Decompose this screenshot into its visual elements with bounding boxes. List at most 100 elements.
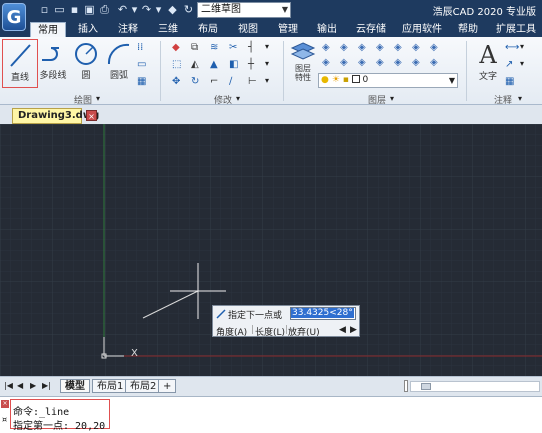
layer-merge-icon[interactable]: ◈ xyxy=(430,57,444,71)
chevron-down-icon[interactable]: ▾ xyxy=(265,59,279,73)
tab-model[interactable]: 模型 xyxy=(60,379,90,393)
option-angle[interactable]: 角度(A) xyxy=(216,325,247,338)
redo-dropdown-icon[interactable]: ▾ xyxy=(152,3,165,16)
option-next-icon[interactable]: ▶ xyxy=(350,325,357,335)
dynamic-input-field[interactable]: 33.4325<28° xyxy=(290,307,356,320)
points-icon[interactable]: ⁞⁞ xyxy=(137,42,151,56)
workspace-value: 二维草图 xyxy=(201,4,241,15)
layer-isolate-icon[interactable]: ◈ xyxy=(394,42,408,56)
option-prev-icon[interactable]: ◀ xyxy=(339,325,346,335)
scale-icon[interactable]: ◧ xyxy=(229,59,243,73)
layer-select[interactable]: ● ☀ ▪ 0 ▼ xyxy=(318,73,458,88)
tab-help[interactable]: 帮助 xyxy=(452,22,484,37)
document-tab[interactable]: Drawing3.dwg xyxy=(12,108,99,124)
refresh-icon[interactable]: ↻ xyxy=(182,3,195,16)
offset-icon[interactable]: ≋ xyxy=(210,42,224,56)
next-tab-icon[interactable]: ▶ xyxy=(30,381,36,390)
fillet-icon[interactable]: ⌐ xyxy=(210,76,224,90)
tab-output[interactable]: 输出 xyxy=(311,22,343,37)
tab-view[interactable]: 视图 xyxy=(232,22,264,37)
tab-splitter[interactable] xyxy=(404,380,408,392)
new-file-icon[interactable]: ▫ xyxy=(38,3,51,16)
line-tool-button[interactable]: 直线 xyxy=(2,39,38,88)
arc-tool-button[interactable]: 圆弧 xyxy=(104,40,134,81)
chevron-down-icon[interactable]: ▾ xyxy=(520,42,534,56)
layer-on-icon[interactable]: ◈ xyxy=(340,42,354,56)
leader-icon[interactable]: ↗ xyxy=(505,59,519,73)
tab-layout1[interactable]: 布局1 xyxy=(92,379,129,393)
horizontal-scrollbar[interactable] xyxy=(410,381,540,392)
layer-unlock-icon[interactable]: ◈ xyxy=(376,57,390,71)
chevron-down-icon[interactable]: ▾ xyxy=(265,42,279,56)
layer-delete-icon[interactable]: ◈ xyxy=(412,57,426,71)
dimension-icon[interactable]: ⟷ xyxy=(505,42,519,56)
prev-tab-icon[interactable]: ◀ xyxy=(17,381,23,390)
layers-icon[interactable]: ◆ xyxy=(166,3,179,16)
first-tab-icon[interactable]: |◀ xyxy=(4,381,13,390)
close-icon[interactable]: × xyxy=(1,400,9,408)
open-file-icon[interactable]: ▭ xyxy=(53,3,66,16)
array-icon[interactable]: ▲ xyxy=(210,59,224,73)
text-tool-label: 文字 xyxy=(478,72,497,82)
tab-extensions[interactable]: 扩展工具 xyxy=(492,22,540,37)
extend-icon[interactable]: ┼ xyxy=(248,59,262,73)
erase-icon[interactable]: ◆ xyxy=(172,42,186,56)
app-logo-icon[interactable]: G xyxy=(2,3,26,31)
layer-thaw-icon[interactable]: ◈ xyxy=(358,57,372,71)
mirror-icon[interactable]: ◭ xyxy=(191,59,205,73)
layer-unisolate-icon[interactable]: ◈ xyxy=(394,57,408,71)
layer-properties-button[interactable]: 图层 特性 xyxy=(288,40,318,82)
layer-off-icon[interactable]: ◈ xyxy=(340,57,354,71)
print-icon[interactable]: ⎙ xyxy=(98,3,111,16)
drawing-canvas[interactable]: X xyxy=(0,124,542,376)
tab-annotate[interactable]: 注释 xyxy=(112,22,144,37)
tab-home[interactable]: 常用 xyxy=(30,22,66,37)
layer-walk-icon[interactable]: ◈ xyxy=(412,42,426,56)
layer-match-icon[interactable]: ◈ xyxy=(430,42,444,56)
save-as-icon[interactable]: ▣ xyxy=(83,3,96,16)
layer-lock-icon[interactable]: ◈ xyxy=(376,42,390,56)
draw-group-label: 绘图 xyxy=(74,96,93,106)
align-icon[interactable]: ⊢ xyxy=(248,76,262,90)
tab-3d[interactable]: 三维 xyxy=(152,22,184,37)
title-bar: G ▫ ▭ ▪ ▣ ⎙ ↶ ▾ ↷ ▾ ◆ ↻ 二维草图 ▼ 浩辰CAD 202… xyxy=(0,0,542,31)
divider xyxy=(160,41,161,101)
save-icon[interactable]: ▪ xyxy=(68,3,81,16)
tab-add-layout[interactable]: + xyxy=(158,379,177,393)
tab-manage[interactable]: 管理 xyxy=(272,22,304,37)
command-window[interactable]: × ¤ 命令:_line 指定第一点: 20,20 xyxy=(0,396,542,433)
tab-apps[interactable]: 应用软件 xyxy=(398,22,446,37)
option-length[interactable]: 长度(L) xyxy=(255,325,285,338)
polyline-tool-button[interactable]: 多段线 xyxy=(38,40,68,81)
lightbulb-icon: ● xyxy=(321,75,329,85)
option-undo[interactable]: 放弃(U) xyxy=(288,325,320,338)
pin-icon[interactable]: ¤ xyxy=(2,415,7,424)
tab-cloud[interactable]: 云存储 xyxy=(350,22,392,37)
break-icon[interactable]: ┤ xyxy=(248,42,262,56)
text-tool-button[interactable]: A 文字 xyxy=(474,41,502,82)
rotate-icon[interactable]: ↻ xyxy=(191,76,205,90)
circle-tool-button[interactable]: 圆 xyxy=(72,40,100,81)
rectangle-icon[interactable]: ▭ xyxy=(137,59,151,73)
tab-layout[interactable]: 布局 xyxy=(192,22,224,37)
chevron-down-icon[interactable]: ▾ xyxy=(265,76,279,90)
layer-freeze-icon[interactable]: ◈ xyxy=(358,42,372,56)
text-a-icon: A xyxy=(479,41,497,69)
tab-insert[interactable]: 插入 xyxy=(72,22,104,37)
last-tab-icon[interactable]: ▶| xyxy=(42,381,51,390)
chevron-down-icon[interactable]: ▾ xyxy=(520,59,534,73)
hatch-icon[interactable]: ▦ xyxy=(137,76,151,90)
explode-icon[interactable]: ∕ xyxy=(229,76,243,90)
layer-state-icon[interactable]: ◈ xyxy=(322,42,336,56)
stretch-icon[interactable]: ⬚ xyxy=(172,59,186,73)
table-icon[interactable]: ▦ xyxy=(505,76,519,90)
tab-layout2[interactable]: 布局2 xyxy=(125,379,162,393)
layer-previous-icon[interactable]: ◈ xyxy=(322,57,336,71)
copy-icon[interactable]: ⧉ xyxy=(191,42,205,56)
scrollbar-thumb[interactable] xyxy=(421,383,431,390)
trim-icon[interactable]: ✂ xyxy=(229,42,243,56)
chevron-down-icon: ▼ xyxy=(448,76,455,85)
move-icon[interactable]: ✥ xyxy=(172,76,186,90)
close-icon[interactable]: × xyxy=(86,110,97,121)
workspace-select[interactable]: 二维草图 ▼ xyxy=(197,2,291,18)
